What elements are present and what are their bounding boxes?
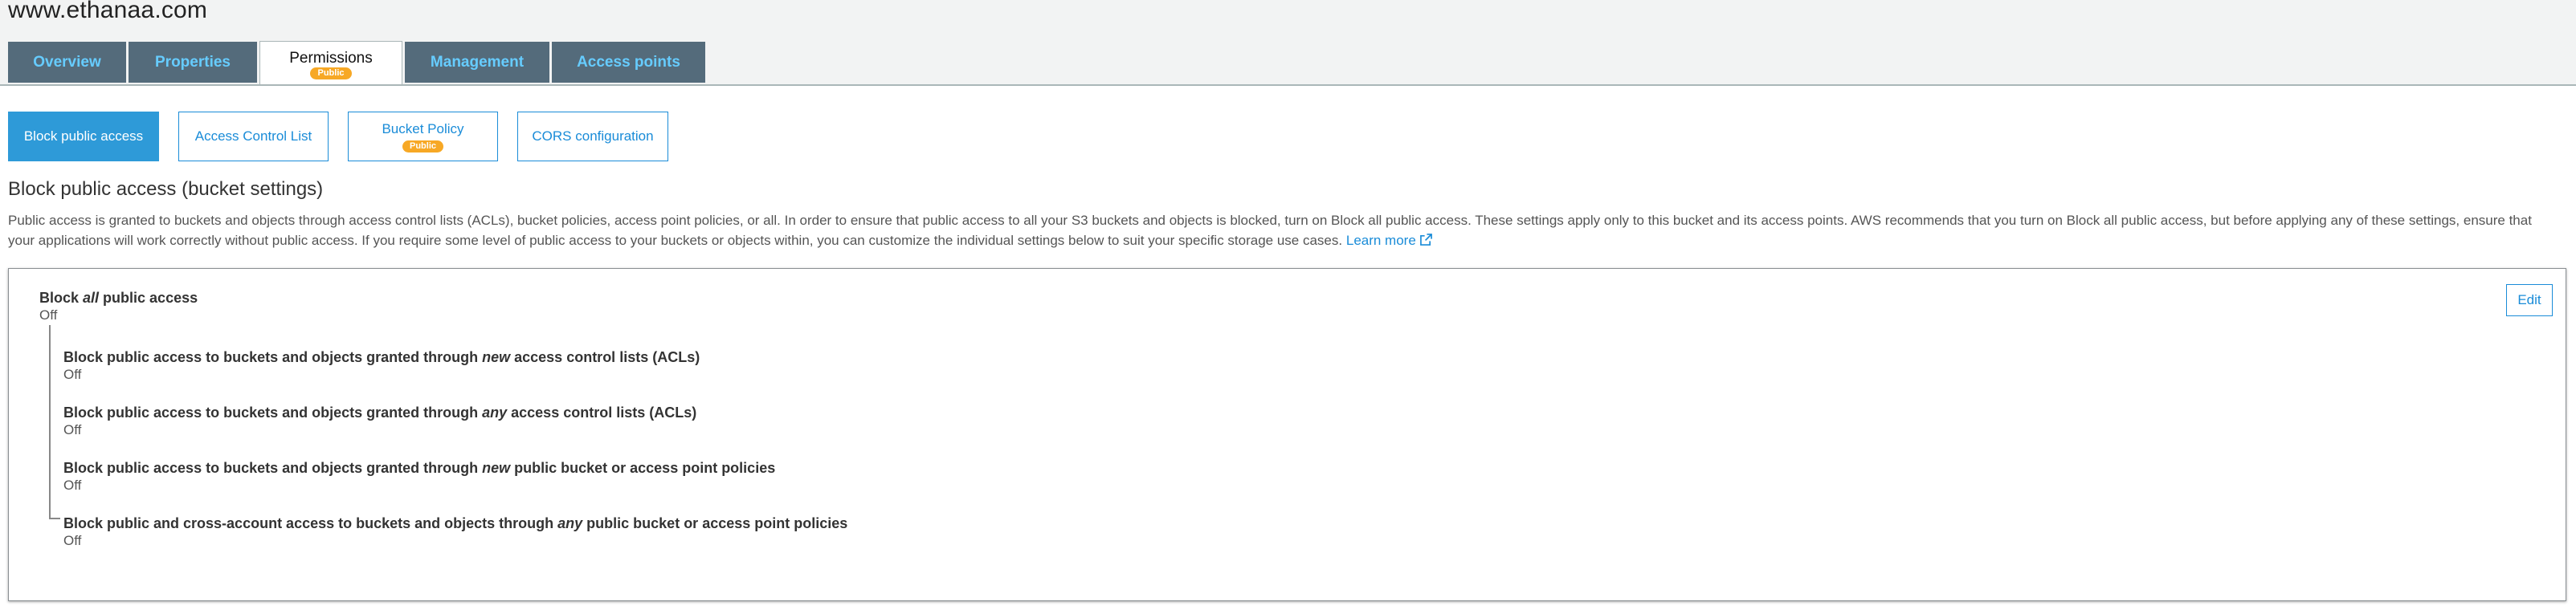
setting-value: Off: [63, 533, 82, 548]
subtab-access-control-list[interactable]: Access Control List: [178, 112, 329, 161]
title-text: Block public and cross-account access to…: [63, 515, 558, 531]
title-emphasis: new: [482, 460, 511, 476]
title-text: Block: [39, 290, 84, 306]
title-text: Block public access to buckets and objec…: [63, 460, 483, 476]
title-text: access control lists (ACLs): [507, 405, 697, 421]
tab-label: Management: [430, 53, 525, 71]
setting-title: Block public access to buckets and objec…: [63, 459, 775, 477]
public-badge: Public: [310, 67, 352, 79]
title-text: Block public access to buckets and objec…: [63, 349, 483, 365]
block-public-access-panel: Edit Block all public access Off Block p…: [8, 268, 2566, 601]
top-bar: www.ethanaa.com Overview Properties Perm…: [0, 0, 2576, 86]
tab-properties[interactable]: Properties: [129, 42, 257, 83]
section-description: Public access is granted to buckets and …: [8, 210, 2538, 250]
title-emphasis: any: [482, 405, 508, 421]
setting-new-policies: Block public access to buckets and objec…: [63, 459, 775, 494]
tab-management[interactable]: Management: [405, 42, 549, 83]
title-emphasis: new: [482, 349, 511, 365]
title-text: public bucket or access point policies: [582, 515, 848, 531]
tab-label: Overview: [33, 53, 101, 71]
edit-button[interactable]: Edit: [2506, 284, 2553, 316]
setting-value: Off: [63, 478, 82, 493]
subtab-block-public-access[interactable]: Block public access: [8, 112, 159, 161]
title-emphasis: all: [83, 290, 100, 306]
tab-permissions[interactable]: Permissions Public: [259, 41, 402, 84]
subtab-cors-configuration[interactable]: CORS configuration: [517, 112, 668, 161]
public-badge: Public: [402, 140, 443, 152]
page-title: www.ethanaa.com: [8, 0, 208, 23]
setting-any-policies: Block public and cross-account access to…: [63, 514, 847, 550]
learn-more-link[interactable]: Learn more: [1346, 233, 1432, 248]
subtab-bucket-policy[interactable]: Bucket Policy Public: [348, 112, 498, 161]
tab-overview[interactable]: Overview: [8, 42, 126, 83]
title-text: public bucket or access point policies: [510, 460, 776, 476]
subtab-label: CORS configuration: [532, 128, 654, 144]
learn-more-label: Learn more: [1345, 233, 1416, 248]
setting-new-acls: Block public access to buckets and objec…: [63, 348, 700, 384]
setting-title: Block public access to buckets and objec…: [63, 348, 700, 366]
setting-title: Block public access to buckets and objec…: [63, 404, 696, 421]
tab-label: Access points: [577, 53, 680, 71]
tab-label: Properties: [155, 53, 231, 71]
bucket-tabs: Overview Properties Permissions Public M…: [8, 41, 708, 84]
subtab-label: Block public access: [23, 128, 144, 144]
title-text: Block public access to buckets and objec…: [63, 405, 483, 421]
title-text: public access: [99, 290, 198, 306]
setting-title: Block public and cross-account access to…: [63, 514, 847, 532]
setting-value: Off: [39, 307, 58, 323]
permission-subtabs: Block public access Access Control List …: [8, 112, 688, 161]
description-text: Public access is granted to buckets and …: [8, 213, 2532, 248]
setting-value: Off: [63, 422, 82, 437]
section-title: Block public access (bucket settings): [8, 178, 324, 200]
subtab-label: Bucket Policy: [382, 120, 464, 136]
setting-any-acls: Block public access to buckets and objec…: [63, 404, 696, 439]
setting-title: Block all public access: [39, 289, 198, 307]
tab-access-points[interactable]: Access points: [552, 42, 705, 83]
tab-label: Permissions: [289, 49, 373, 67]
subtab-label: Access Control List: [194, 128, 312, 144]
title-text: access control lists (ACLs): [510, 349, 700, 365]
external-link-icon: [1419, 234, 1432, 246]
setting-value: Off: [63, 367, 82, 382]
tree-corner: [49, 518, 60, 519]
setting-block-all-public-access: Block all public access Off: [39, 289, 198, 324]
title-emphasis: any: [557, 515, 583, 531]
tree-line: [49, 325, 51, 518]
